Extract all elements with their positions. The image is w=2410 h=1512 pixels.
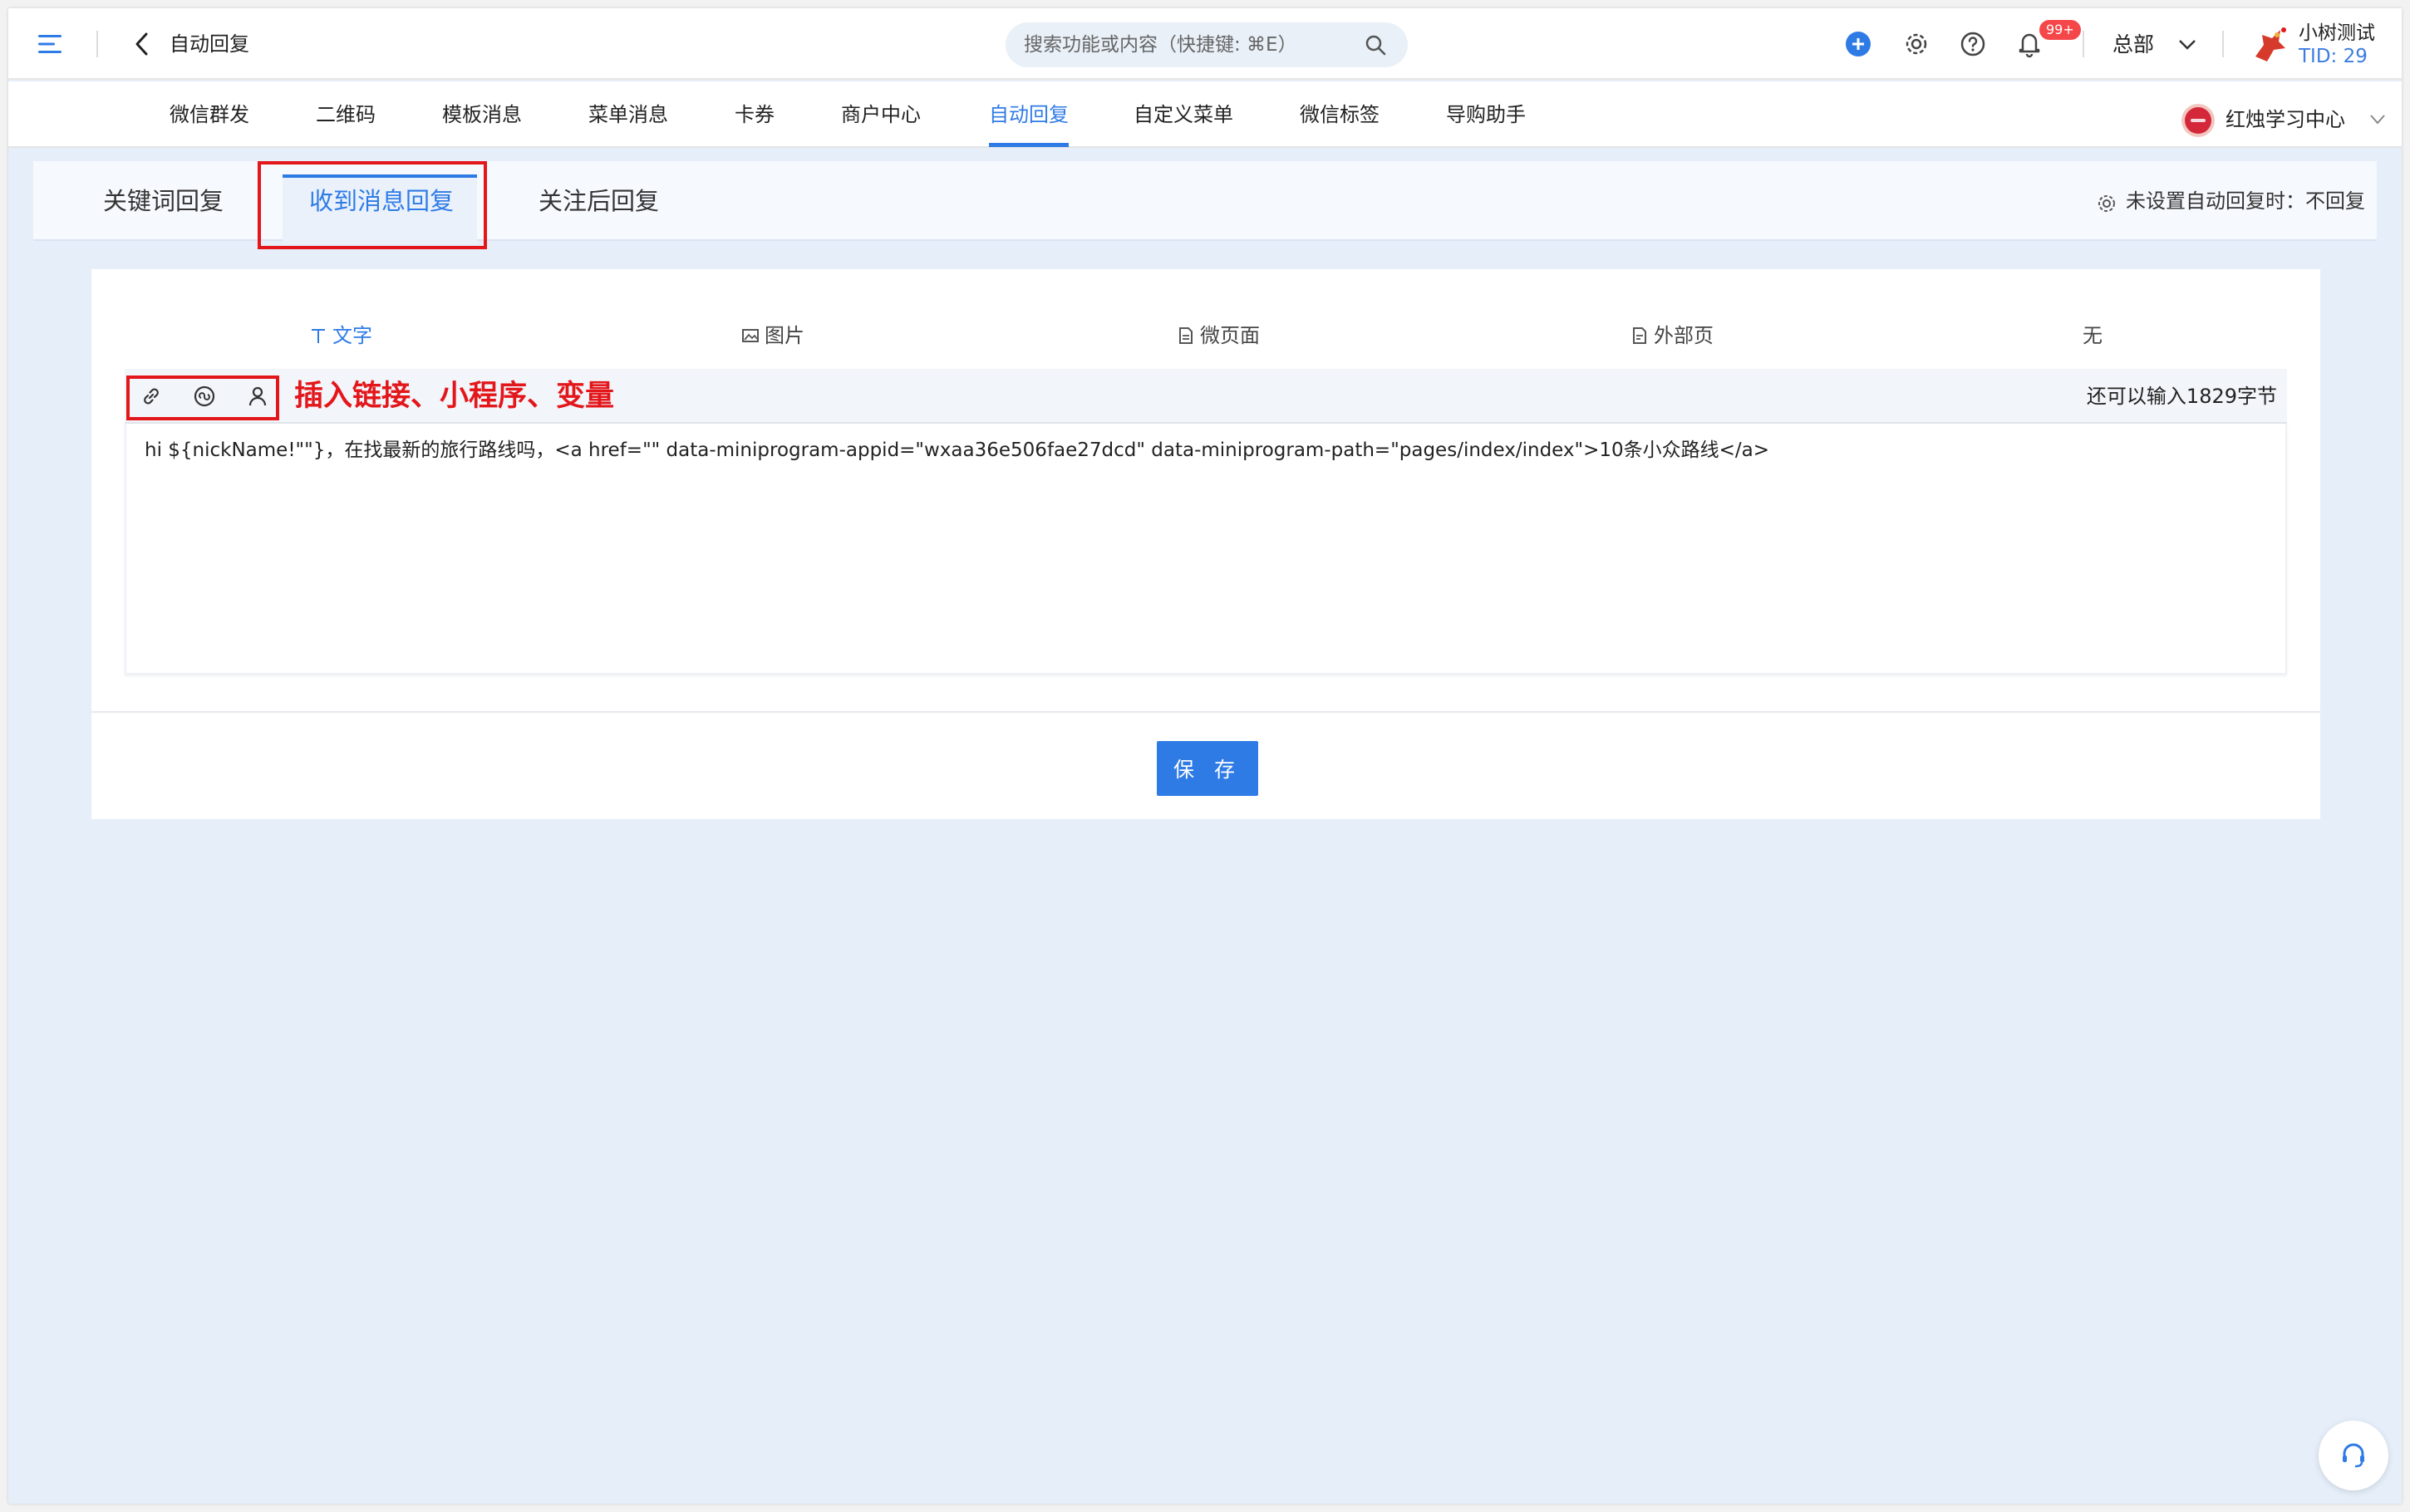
divider bbox=[91, 711, 2320, 713]
bell-icon[interactable] bbox=[2016, 30, 2043, 58]
chevron-down-icon[interactable] bbox=[2368, 113, 2387, 126]
text-type-icon bbox=[312, 329, 325, 343]
separator bbox=[2083, 31, 2084, 57]
no-reply-setting[interactable]: 未设置自动回复时：不回复 bbox=[2126, 161, 2365, 241]
save-button[interactable]: 保 存 bbox=[1157, 741, 1258, 796]
type-tab-text-label: 文字 bbox=[332, 324, 372, 347]
type-tab-text[interactable]: 文字 bbox=[309, 319, 372, 352]
nav-item-coupon[interactable]: 卡券 bbox=[735, 81, 775, 148]
tab-follow-reply[interactable]: 关注后回复 bbox=[539, 161, 659, 241]
app-window: 自动回复 99+ 总部 bbox=[8, 8, 2402, 1504]
nav-item-template-message[interactable]: 模板消息 bbox=[442, 81, 522, 148]
highlight-box bbox=[258, 161, 487, 249]
headset-icon bbox=[2343, 1443, 2364, 1468]
user-name: 小树测试 bbox=[2299, 22, 2375, 44]
search-icon[interactable] bbox=[1365, 34, 1386, 56]
separator bbox=[96, 31, 98, 57]
type-tab-image-label: 图片 bbox=[765, 324, 804, 347]
menu-icon[interactable] bbox=[38, 33, 63, 55]
type-tab-image[interactable]: 图片 bbox=[741, 319, 804, 352]
search-bar[interactable] bbox=[1006, 22, 1408, 67]
back-arrow-icon[interactable] bbox=[133, 32, 151, 56]
account-name[interactable]: 红烛学习中心 bbox=[2226, 98, 2345, 141]
page-icon bbox=[1179, 327, 1193, 344]
type-tab-none[interactable]: 无 bbox=[2083, 319, 2103, 352]
type-tab-external-page[interactable]: 外部页 bbox=[1630, 319, 1714, 352]
image-icon bbox=[742, 329, 759, 342]
nav-item-shopping-guide[interactable]: 导购助手 bbox=[1446, 81, 1526, 148]
nav-item-auto-reply[interactable]: 自动回复 bbox=[989, 81, 1069, 148]
type-tab-micropage[interactable]: 微页面 bbox=[1177, 319, 1260, 352]
page-title: 自动回复 bbox=[170, 32, 249, 56]
reply-content-editor[interactable]: hi ${nickName!""}，在找最新的旅行路线吗，<a href="" … bbox=[125, 424, 2287, 675]
account-logo-icon[interactable] bbox=[2181, 103, 2216, 138]
reply-editor-card: 文字 图片 微页面 外部页 无 插入链接、小程序、变量 还可以输入1829字节 … bbox=[91, 269, 2320, 819]
external-page-icon bbox=[1633, 327, 1646, 344]
highlight-box bbox=[126, 376, 279, 420]
gear-icon[interactable] bbox=[2096, 193, 2117, 214]
gear-icon[interactable] bbox=[1903, 31, 1930, 57]
nav-item-wechat-tags[interactable]: 微信标签 bbox=[1300, 81, 1380, 148]
nav-active-indicator bbox=[989, 143, 1069, 147]
org-select[interactable]: 总部 bbox=[2112, 28, 2154, 61]
main-nav: 微信群发 二维码 模板消息 菜单消息 卡券 商户中心 自动回复 自定义菜单 微信… bbox=[8, 81, 2402, 148]
chevron-down-icon[interactable] bbox=[2177, 38, 2197, 52]
type-tab-external-page-label: 外部页 bbox=[1654, 324, 1714, 347]
separator bbox=[2222, 31, 2224, 57]
top-bar: 自动回复 99+ 总部 bbox=[8, 8, 2402, 80]
type-tab-micropage-label: 微页面 bbox=[1200, 324, 1260, 347]
nav-item-merchant-center[interactable]: 商户中心 bbox=[841, 81, 921, 148]
add-circle-icon[interactable] bbox=[1845, 31, 1871, 57]
help-icon[interactable] bbox=[1960, 31, 1986, 57]
nav-item-menu-message[interactable]: 菜单消息 bbox=[588, 81, 668, 148]
nav-item-qrcode[interactable]: 二维码 bbox=[316, 81, 376, 148]
nav-item-custom-menu[interactable]: 自定义菜单 bbox=[1134, 81, 1233, 148]
tab-keyword-reply[interactable]: 关键词回复 bbox=[103, 161, 224, 241]
insert-annotation: 插入链接、小程序、变量 bbox=[294, 380, 615, 413]
remaining-bytes: 还可以输入1829字节 bbox=[2086, 385, 2277, 408]
user-avatar-icon[interactable] bbox=[2247, 23, 2290, 66]
notification-badge: 99+ bbox=[2039, 20, 2081, 40]
user-tid: TID: 29 bbox=[2299, 46, 2368, 67]
editor-content[interactable]: hi ${nickName!""}，在找最新的旅行路线吗，<a href="" … bbox=[145, 435, 1769, 465]
search-input[interactable] bbox=[1024, 22, 1356, 67]
nav-item-wechat-broadcast[interactable]: 微信群发 bbox=[170, 81, 249, 148]
editor-toolbar: 插入链接、小程序、变量 还可以输入1829字节 bbox=[125, 369, 2287, 424]
customer-service-button[interactable] bbox=[2319, 1421, 2388, 1490]
